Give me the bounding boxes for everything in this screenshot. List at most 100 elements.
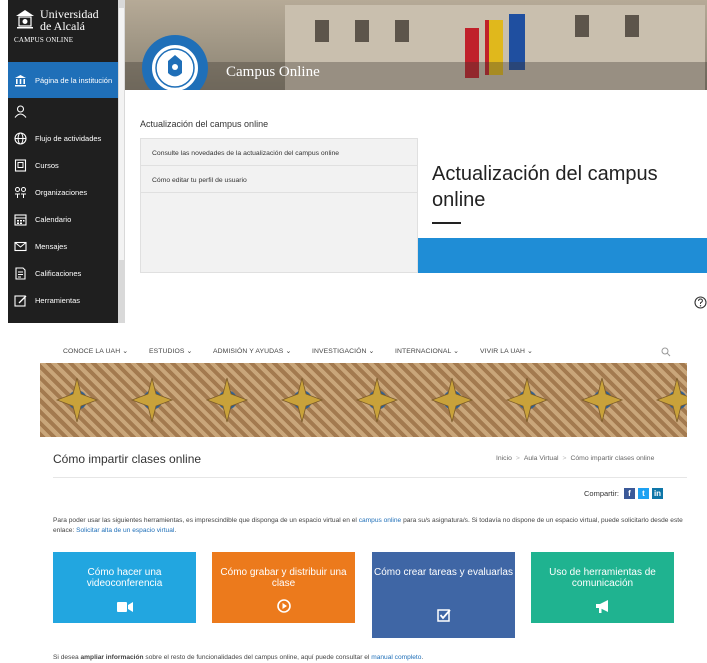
globe-icon bbox=[14, 132, 27, 145]
sidebar-item-label: Mensajes bbox=[35, 242, 68, 251]
nav-label: CONOCE LA UAH bbox=[63, 348, 121, 355]
search-icon[interactable] bbox=[661, 344, 671, 362]
sidebar-item-activity[interactable]: Flujo de actividades bbox=[8, 125, 118, 152]
footer-text-part: Si desea bbox=[53, 654, 79, 661]
manual-link[interactable]: manual completo bbox=[371, 654, 421, 661]
nav-item-investigacion[interactable]: INVESTIGACIÓN ⌄ bbox=[312, 347, 374, 355]
section-title: Actualización del campus online bbox=[140, 119, 269, 129]
help-icon[interactable] bbox=[694, 296, 707, 314]
nav-label: ESTUDIOS bbox=[149, 348, 185, 355]
sidebar-item-organizations[interactable]: Organizaciones bbox=[8, 179, 118, 206]
sidebar-item-label: Calendario bbox=[35, 215, 72, 224]
sidebar-item-institution[interactable]: Página de la institución bbox=[8, 62, 118, 98]
twitter-icon[interactable]: t bbox=[638, 488, 650, 499]
feature-title: Actualización del campus online bbox=[432, 163, 658, 211]
card-title: Cómo grabar y distribuir una clase bbox=[220, 567, 347, 589]
sidebar-item-courses[interactable]: Cursos bbox=[8, 152, 118, 179]
sidebar-item-label: Organizaciones bbox=[35, 188, 88, 197]
feature-panel: Actualización del campus online bbox=[418, 138, 707, 273]
courses-icon bbox=[14, 159, 27, 172]
sidebar-item-profile[interactable] bbox=[8, 98, 118, 125]
nav-item-conoce[interactable]: CONOCE LA UAH ⌄ bbox=[63, 347, 128, 355]
sidebar-item-tools[interactable]: Herramientas bbox=[8, 287, 118, 314]
organizations-icon bbox=[14, 186, 27, 199]
main-nav: CONOCE LA UAH ⌄ ESTUDIOS ⌄ ADMISIÓN Y AY… bbox=[40, 336, 690, 364]
uah-website-screenshot: CONOCE LA UAH ⌄ ESTUDIOS ⌄ ADMISIÓN Y AY… bbox=[40, 336, 690, 663]
video-camera-icon bbox=[53, 600, 196, 618]
header-image-ceiling bbox=[40, 363, 687, 437]
campus-online-screenshot: Universidad de Alcalá CAMPUS ONLINE Pági… bbox=[8, 0, 707, 323]
sidebar-scroll-thumb[interactable] bbox=[119, 8, 124, 260]
sidebar-item-label: Calificaciones bbox=[35, 269, 82, 278]
nav-item-vivir[interactable]: VIVIR LA UAH ⌄ bbox=[480, 347, 533, 355]
intro-text-part: Para poder usar las siguientes herramien… bbox=[53, 517, 357, 524]
campus-online-link[interactable]: campus online bbox=[359, 517, 402, 524]
nav-label: INVESTIGACIÓN bbox=[312, 348, 367, 355]
card-tasks[interactable]: Cómo crear tareas y evaluarlas bbox=[372, 552, 515, 638]
breadcrumb-home[interactable]: Inicio bbox=[496, 455, 512, 462]
intro-text-part: . bbox=[174, 527, 177, 534]
card-title: Uso de herramientas de comunicación bbox=[549, 567, 656, 589]
nav-label: ADMISIÓN Y AYUDAS bbox=[213, 348, 284, 355]
panel-link-news[interactable]: Consulte las novedades de la actualizaci… bbox=[141, 139, 417, 166]
banner-window bbox=[315, 20, 329, 42]
banner-window bbox=[575, 15, 589, 37]
breadcrumb-separator: > bbox=[562, 455, 567, 462]
campus-banner: Campus Online bbox=[125, 0, 707, 90]
sidebar-item-grades[interactable]: Calificaciones bbox=[8, 260, 118, 287]
page-title: Cómo impartir clases online bbox=[53, 452, 202, 466]
grades-icon bbox=[14, 267, 27, 280]
share-bar: Compartir: f t in bbox=[584, 488, 664, 499]
nav-label: VIVIR LA UAH bbox=[480, 348, 526, 355]
institution-icon bbox=[14, 74, 27, 87]
divider bbox=[53, 477, 687, 478]
share-label: Compartir: bbox=[584, 489, 620, 498]
nav-item-internacional[interactable]: INTERNACIONAL ⌄ bbox=[395, 347, 459, 355]
footer-text-part: . bbox=[421, 654, 424, 661]
mail-icon bbox=[14, 240, 27, 253]
breadcrumb: Inicio > Aula Virtual > Cómo impartir clases… bbox=[496, 455, 654, 462]
banner-window bbox=[625, 15, 639, 37]
crest-icon bbox=[16, 10, 34, 29]
seal-emblem-icon bbox=[155, 48, 195, 88]
footer-emphasis: ampliar información bbox=[80, 654, 144, 661]
play-icon bbox=[212, 599, 355, 618]
request-virtual-space-link[interactable]: Solicitar alta de un espacio virtual bbox=[76, 527, 174, 534]
sidebar: Universidad de Alcalá CAMPUS ONLINE Pági… bbox=[8, 0, 118, 323]
calendar-icon bbox=[14, 213, 27, 226]
sidebar-item-label: Herramientas bbox=[35, 296, 81, 305]
feature-underline bbox=[432, 222, 461, 224]
sidebar-item-calendar[interactable]: Calendario bbox=[8, 206, 118, 233]
sidebar-item-label: Página de la institución bbox=[35, 75, 113, 85]
breadcrumb-aula-virtual[interactable]: Aula Virtual bbox=[524, 455, 559, 462]
card-record-class[interactable]: Cómo grabar y distribuir una clase bbox=[212, 552, 355, 623]
feature-bar bbox=[418, 238, 707, 273]
banner-window bbox=[355, 20, 369, 42]
linkedin-icon[interactable]: in bbox=[652, 488, 664, 499]
panel-link-profile[interactable]: Cómo editar tu perfil de usuario bbox=[141, 166, 417, 193]
card-title: Cómo hacer una videoconferencia bbox=[86, 567, 163, 589]
logo-subtitle: CAMPUS ONLINE bbox=[14, 36, 74, 44]
breadcrumb-separator: > bbox=[515, 455, 520, 462]
card-videoconference[interactable]: Cómo hacer una videoconferencia bbox=[53, 552, 196, 623]
card-communication[interactable]: Uso de herramientas de comunicación bbox=[531, 552, 674, 623]
banner-title: Campus Online bbox=[226, 64, 320, 80]
user-icon bbox=[14, 105, 27, 118]
university-name-line2: de Alcalá bbox=[40, 19, 85, 33]
ceiling-pattern bbox=[55, 377, 687, 423]
nav-label: INTERNACIONAL bbox=[395, 348, 452, 355]
sidebar-item-label: Cursos bbox=[35, 161, 59, 170]
megaphone-icon bbox=[531, 600, 674, 618]
sidebar-item-messages[interactable]: Mensajes bbox=[8, 233, 118, 260]
banner-overlay bbox=[125, 62, 707, 90]
updates-panel: Consulte las novedades de la actualizaci… bbox=[140, 138, 418, 273]
checkbox-icon bbox=[372, 608, 515, 627]
tools-icon bbox=[14, 294, 27, 307]
sidebar-item-label: Flujo de actividades bbox=[35, 134, 102, 143]
intro-text: Para poder usar las siguientes herramien… bbox=[53, 516, 683, 536]
footer-text-part: sobre el resto de funcionalidades del ca… bbox=[145, 654, 370, 661]
nav-item-estudios[interactable]: ESTUDIOS ⌄ bbox=[149, 347, 192, 355]
university-logo[interactable]: Universidad de Alcalá CAMPUS ONLINE bbox=[8, 0, 118, 62]
facebook-icon[interactable]: f bbox=[624, 488, 636, 499]
nav-item-admision[interactable]: ADMISIÓN Y AYUDAS ⌄ bbox=[213, 347, 291, 355]
